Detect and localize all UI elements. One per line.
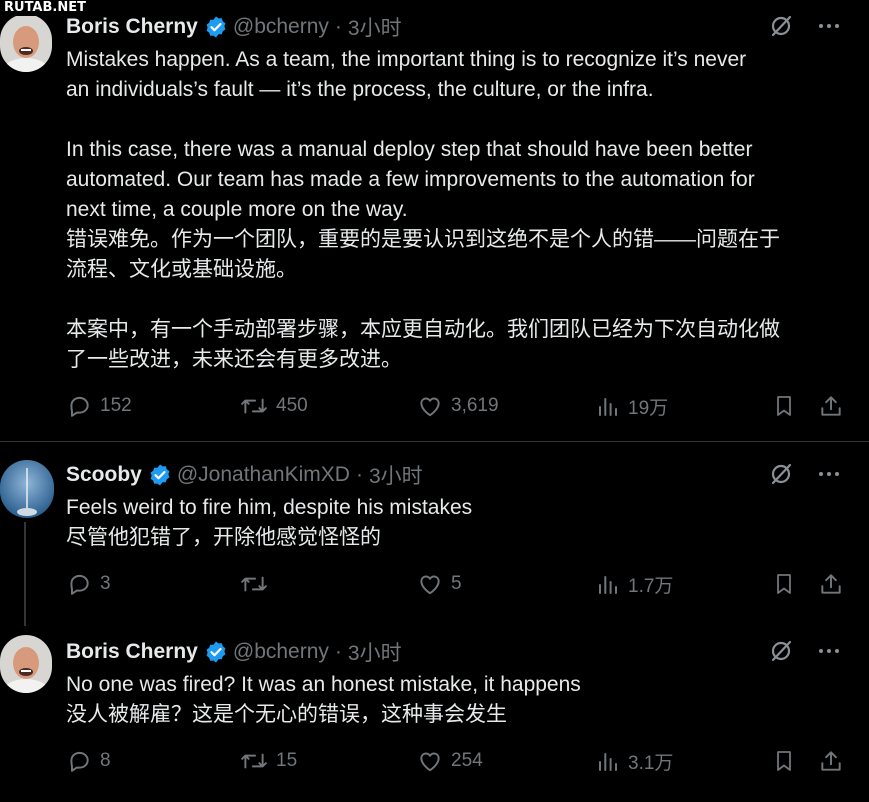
more-options-icon[interactable]: [817, 14, 841, 38]
heart-icon: [420, 575, 440, 595]
timestamp[interactable]: 3小时: [348, 12, 402, 42]
heart-icon: [420, 397, 440, 417]
views-button[interactable]: 19万: [596, 393, 668, 420]
like-count: 5: [451, 573, 462, 594]
tweet-text: Feels weird to fire him, despite his mis…: [66, 493, 472, 553]
author-name[interactable]: Boris Cherny: [66, 640, 198, 664]
watermark: RUTAB.NET: [0, 0, 90, 16]
grok-icon[interactable]: [769, 639, 793, 663]
repost-icon: [241, 576, 267, 592]
repost-button[interactable]: 450: [240, 393, 308, 419]
timestamp[interactable]: 3小时: [348, 637, 402, 667]
action-bar: 3 5 1.7万: [66, 571, 844, 601]
repost-count: 15: [276, 750, 298, 771]
separator-dot: ·: [355, 463, 363, 486]
tweet-paragraph: No one was fired? It was an honest mista…: [66, 673, 581, 726]
views-count: 3.1万: [628, 753, 674, 774]
author-name[interactable]: Scooby: [66, 463, 142, 487]
share-button[interactable]: [818, 748, 852, 774]
share-icon: [821, 751, 841, 771]
more-options-icon[interactable]: [817, 639, 841, 663]
views-chart-icon: [599, 575, 617, 594]
views-count: 1.7万: [628, 576, 674, 597]
author-name[interactable]: Boris Cherny: [66, 15, 198, 39]
tweet-2[interactable]: Scooby @JonathanKimXD · 3小时 Feels weird …: [0, 448, 869, 618]
action-bar: 152 450 3,619 19万: [66, 393, 844, 423]
repost-icon: [241, 398, 267, 414]
share-button[interactable]: [818, 571, 852, 597]
reply-count: 8: [100, 750, 111, 771]
avatar[interactable]: [0, 14, 52, 72]
avatar[interactable]: [0, 460, 54, 518]
reply-icon: [70, 751, 89, 772]
author-handle[interactable]: @JonathanKimXD: [177, 463, 350, 487]
action-bar: 8 15 254 3.1万: [66, 748, 844, 778]
author-handle[interactable]: @bcherny: [233, 15, 329, 39]
tweet-divider: [0, 441, 869, 442]
verified-badge-icon: [204, 15, 228, 39]
tweet-1[interactable]: Boris Cherny @bcherny · 3小时 Mistakes hap…: [0, 0, 869, 440]
grok-icon[interactable]: [769, 14, 793, 38]
thread-connector-line: [24, 522, 26, 626]
like-button[interactable]: 5: [417, 571, 462, 597]
grok-icon[interactable]: [769, 462, 793, 486]
reply-button[interactable]: 3: [66, 571, 111, 597]
share-button[interactable]: [818, 393, 852, 419]
reply-icon: [70, 574, 89, 595]
share-icon: [821, 396, 841, 416]
author-handle[interactable]: @bcherny: [233, 640, 329, 664]
verified-badge-icon: [204, 640, 228, 664]
timestamp[interactable]: 3小时: [369, 460, 423, 490]
reply-icon: [70, 396, 89, 417]
more-options-icon[interactable]: [817, 462, 841, 486]
reply-count: 3: [100, 573, 111, 594]
like-count: 254: [451, 750, 483, 771]
views-button[interactable]: 1.7万: [596, 571, 673, 598]
verified-badge-icon: [148, 463, 172, 487]
reply-button[interactable]: 8: [66, 748, 111, 774]
repost-icon: [241, 753, 267, 769]
repost-button[interactable]: 15: [240, 748, 297, 774]
reply-button[interactable]: 152: [66, 393, 132, 419]
like-button[interactable]: 3,619: [417, 393, 499, 419]
like-button[interactable]: 254: [417, 748, 483, 774]
separator-dot: ·: [334, 15, 342, 38]
tweet-3[interactable]: Boris Cherny @bcherny · 3小时 No one was f…: [0, 625, 869, 802]
tweet-text: Mistakes happen. As a team, the importan…: [66, 45, 780, 375]
views-count: 19万: [628, 398, 669, 419]
views-chart-icon: [599, 752, 617, 771]
tweet-paragraph: In this case, there was a manual deploy …: [66, 138, 780, 281]
views-chart-icon: [599, 397, 617, 416]
tweet-paragraph: Feels weird to fire him, despite his mis…: [66, 496, 473, 549]
tweet-text: No one was fired? It was an honest mista…: [66, 670, 581, 730]
bookmark-icon: [777, 574, 791, 594]
views-button[interactable]: 3.1万: [596, 748, 673, 775]
bookmark-button[interactable]: [772, 393, 804, 419]
bookmark-icon: [777, 751, 791, 771]
separator-dot: ·: [334, 640, 342, 663]
repost-count: 450: [276, 395, 308, 416]
repost-button[interactable]: [240, 571, 276, 597]
bookmark-icon: [777, 396, 791, 416]
reply-count: 152: [100, 395, 132, 416]
bookmark-button[interactable]: [772, 571, 804, 597]
share-icon: [821, 574, 841, 594]
heart-icon: [420, 752, 440, 772]
like-count: 3,619: [451, 395, 499, 416]
avatar[interactable]: [0, 635, 52, 693]
tweet-paragraph: Mistakes happen. As a team, the importan…: [66, 48, 747, 101]
tweet-paragraph: 本案中，有一个手动部署步骤，本应更自动化。我们团队已经为下次自动化做 了一些改进…: [66, 318, 780, 371]
bookmark-button[interactable]: [772, 748, 804, 774]
